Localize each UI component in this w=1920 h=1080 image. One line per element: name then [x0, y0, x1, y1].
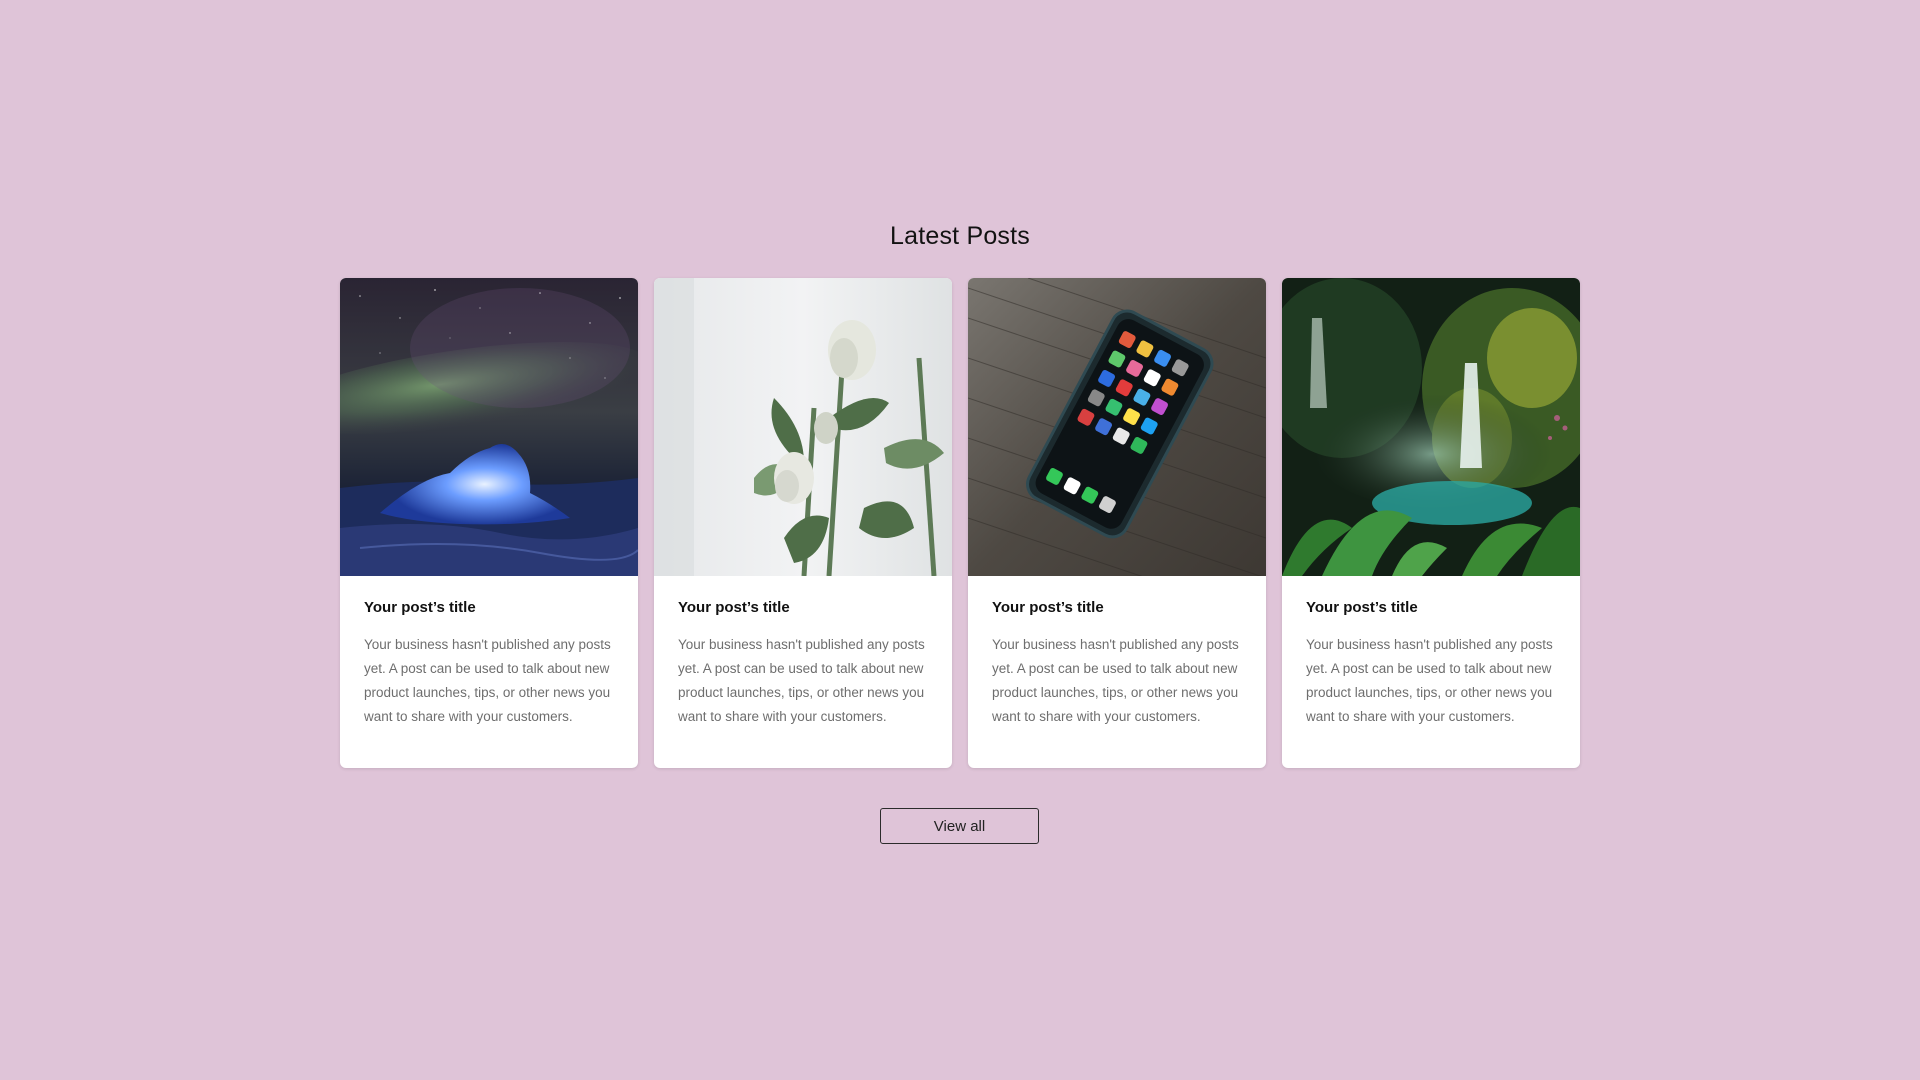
post-image-smartphone[interactable]	[968, 278, 1266, 576]
view-all-button[interactable]: View all	[880, 808, 1039, 844]
post-image-aurora[interactable]	[340, 278, 638, 576]
latest-posts-section: Latest Posts Your post’s title Your busi…	[0, 0, 1920, 1080]
post-card[interactable]: Your post’s title Your business hasn't p…	[968, 278, 1266, 768]
post-image-waterfall[interactable]	[1282, 278, 1580, 576]
post-card[interactable]: Your post’s title Your business hasn't p…	[340, 278, 638, 768]
post-title[interactable]: Your post’s title	[364, 598, 614, 618]
post-excerpt: Your business hasn't published any posts…	[364, 637, 611, 724]
post-excerpt: Your business hasn't published any posts…	[678, 637, 925, 724]
posts-grid: Your post’s title Your business hasn't p…	[340, 278, 1580, 768]
post-card[interactable]: Your post’s title Your business hasn't p…	[1282, 278, 1580, 768]
post-excerpt: Your business hasn't published any posts…	[992, 637, 1239, 724]
post-card[interactable]: Your post’s title Your business hasn't p…	[654, 278, 952, 768]
post-image-roses[interactable]	[654, 278, 952, 576]
post-excerpt: Your business hasn't published any posts…	[1306, 637, 1553, 724]
post-title[interactable]: Your post’s title	[678, 598, 928, 618]
post-title[interactable]: Your post’s title	[1306, 598, 1556, 618]
post-title[interactable]: Your post’s title	[992, 598, 1242, 618]
section-title: Latest Posts	[890, 222, 1030, 250]
